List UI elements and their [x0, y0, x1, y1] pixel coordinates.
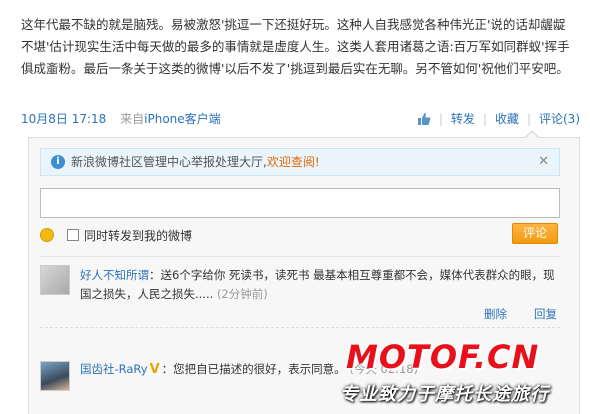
divider — [40, 256, 560, 257]
source-link[interactable]: iPhone客户端 — [144, 112, 221, 126]
separator: | — [482, 111, 487, 126]
thumbs-up-icon[interactable] — [417, 112, 431, 126]
comment-item: 好人不知所谓：送6个字给你 死读书，读死书 最基本相互尊重都不会，媒体代表群众的… — [80, 266, 558, 304]
comment-username[interactable]: 好人不知所谓 — [80, 268, 149, 282]
watermark: MOTOF.CN 专业致力于摩托长途旅行 — [336, 338, 590, 414]
panel-arrow-inner — [525, 132, 539, 139]
notice-text: 新浪微博社区管理中心举报处理大厅,欢迎查阅! — [71, 149, 320, 175]
separator: | — [526, 111, 531, 126]
notice-link[interactable]: 欢迎查阅! — [267, 155, 320, 169]
comment-text: ：您把自已描述的很好，表示同意。 — [161, 362, 346, 376]
comment-reply-wrap: 回复 — [534, 306, 557, 322]
also-repost-label: 同时转发到我的微博 — [84, 229, 193, 243]
verified-v-icon: V — [149, 362, 160, 377]
repost-button[interactable]: 转发 — [451, 110, 475, 127]
comment-delete-wrap: 删除 — [484, 306, 507, 322]
reply-button[interactable]: 回复 — [534, 307, 557, 321]
post-time[interactable]: 10月8日 17:18 — [21, 112, 106, 126]
comment-button[interactable]: 评论(3) — [539, 110, 580, 127]
favorite-button[interactable]: 收藏 — [495, 110, 519, 127]
comment-divider — [40, 327, 560, 328]
comment-username[interactable]: 国齿社-RaRy — [80, 362, 148, 376]
notice-label: 新浪微博社区管理中心举报处理大厅, — [71, 155, 267, 169]
separator: | — [438, 111, 443, 126]
avatar[interactable] — [40, 361, 70, 391]
post-text: 这年代最不缺的就是脑残。易被激怒'挑逗一下还挺好玩。这种人自我感觉各种伟光正'说… — [21, 17, 570, 76]
avatar[interactable] — [40, 265, 70, 295]
post-source: 来自iPhone客户端 — [120, 112, 221, 126]
post-meta: 10月8日 17:18 来自iPhone客户端 | 转发 | 收藏 | 评论(3… — [21, 110, 582, 132]
comment-input[interactable] — [40, 188, 560, 218]
delete-button[interactable]: 删除 — [484, 307, 507, 321]
post-actions: | 转发 | 收藏 | 评论(3) — [417, 110, 580, 127]
comment-time: (2分钟前) — [216, 287, 268, 301]
close-icon[interactable]: ✕ — [538, 149, 549, 175]
report-notice: i 新浪微博社区管理中心举报处理大厅,欢迎查阅! ✕ — [40, 148, 560, 176]
submit-comment-button[interactable]: 评论 — [512, 223, 558, 244]
smiley-icon[interactable] — [40, 228, 54, 242]
watermark-slogan: 专业致力于摩托长途旅行 — [340, 384, 549, 405]
also-repost-checkbox[interactable] — [67, 229, 79, 241]
comment-text: ：送6个字给你 死读书，读死书 最基本相互尊重都不会，媒体代表群众的眼，现国之损… — [80, 268, 555, 301]
watermark-logo: MOTOF.CN — [346, 338, 540, 376]
info-icon: i — [51, 155, 65, 169]
source-prefix: 来自 — [120, 112, 145, 126]
